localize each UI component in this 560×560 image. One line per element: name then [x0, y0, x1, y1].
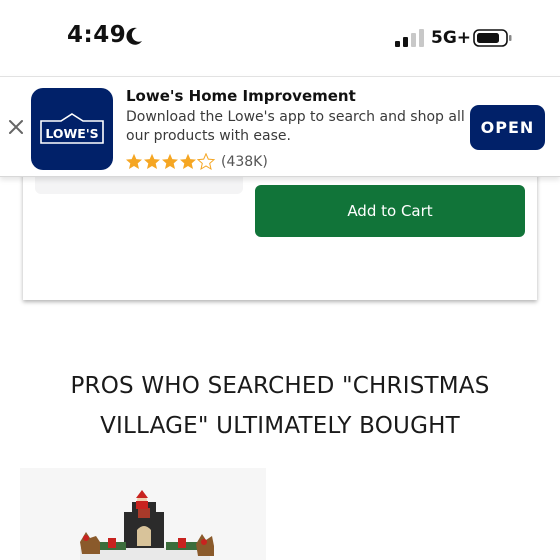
- svg-text:LOWE'S: LOWE'S: [45, 126, 98, 141]
- close-icon[interactable]: [8, 119, 24, 135]
- section-title-line-2: VILLAGE" ULTIMATELY BOUGHT: [100, 413, 460, 439]
- rating-count: (438K): [221, 154, 268, 170]
- section-title-line-1: PROS WHO SEARCHED "CHRISTMAS: [70, 373, 490, 399]
- lowes-app-icon[interactable]: LOWE'S: [31, 88, 113, 170]
- app-rating: (438K): [125, 153, 268, 171]
- section-title: PROS WHO SEARCHED "CHRISTMAS VILLAGE" UL…: [40, 366, 520, 446]
- app-name: Lowe's Home Improvement: [126, 87, 356, 105]
- app-install-banner: LOWE'S Lowe's Home Improvement Download …: [0, 76, 560, 177]
- status-time: 4:49: [67, 22, 127, 48]
- signal-icon: [395, 29, 424, 47]
- open-app-button[interactable]: OPEN: [470, 105, 545, 150]
- lowes-logo: LOWE'S: [40, 113, 104, 144]
- add-to-cart-button[interactable]: Add to Cart: [255, 185, 525, 237]
- product-tile[interactable]: [20, 468, 266, 560]
- christmas-village-product-image: [80, 490, 214, 560]
- app-description: Download the Lowe's app to search and sh…: [126, 109, 465, 144]
- star-rating-icon: [126, 153, 215, 170]
- battery-icon: [473, 29, 512, 47]
- moon-icon: [126, 27, 142, 45]
- network-type: 5G+: [431, 28, 472, 48]
- status-bar: 4:49 5G+: [0, 0, 560, 76]
